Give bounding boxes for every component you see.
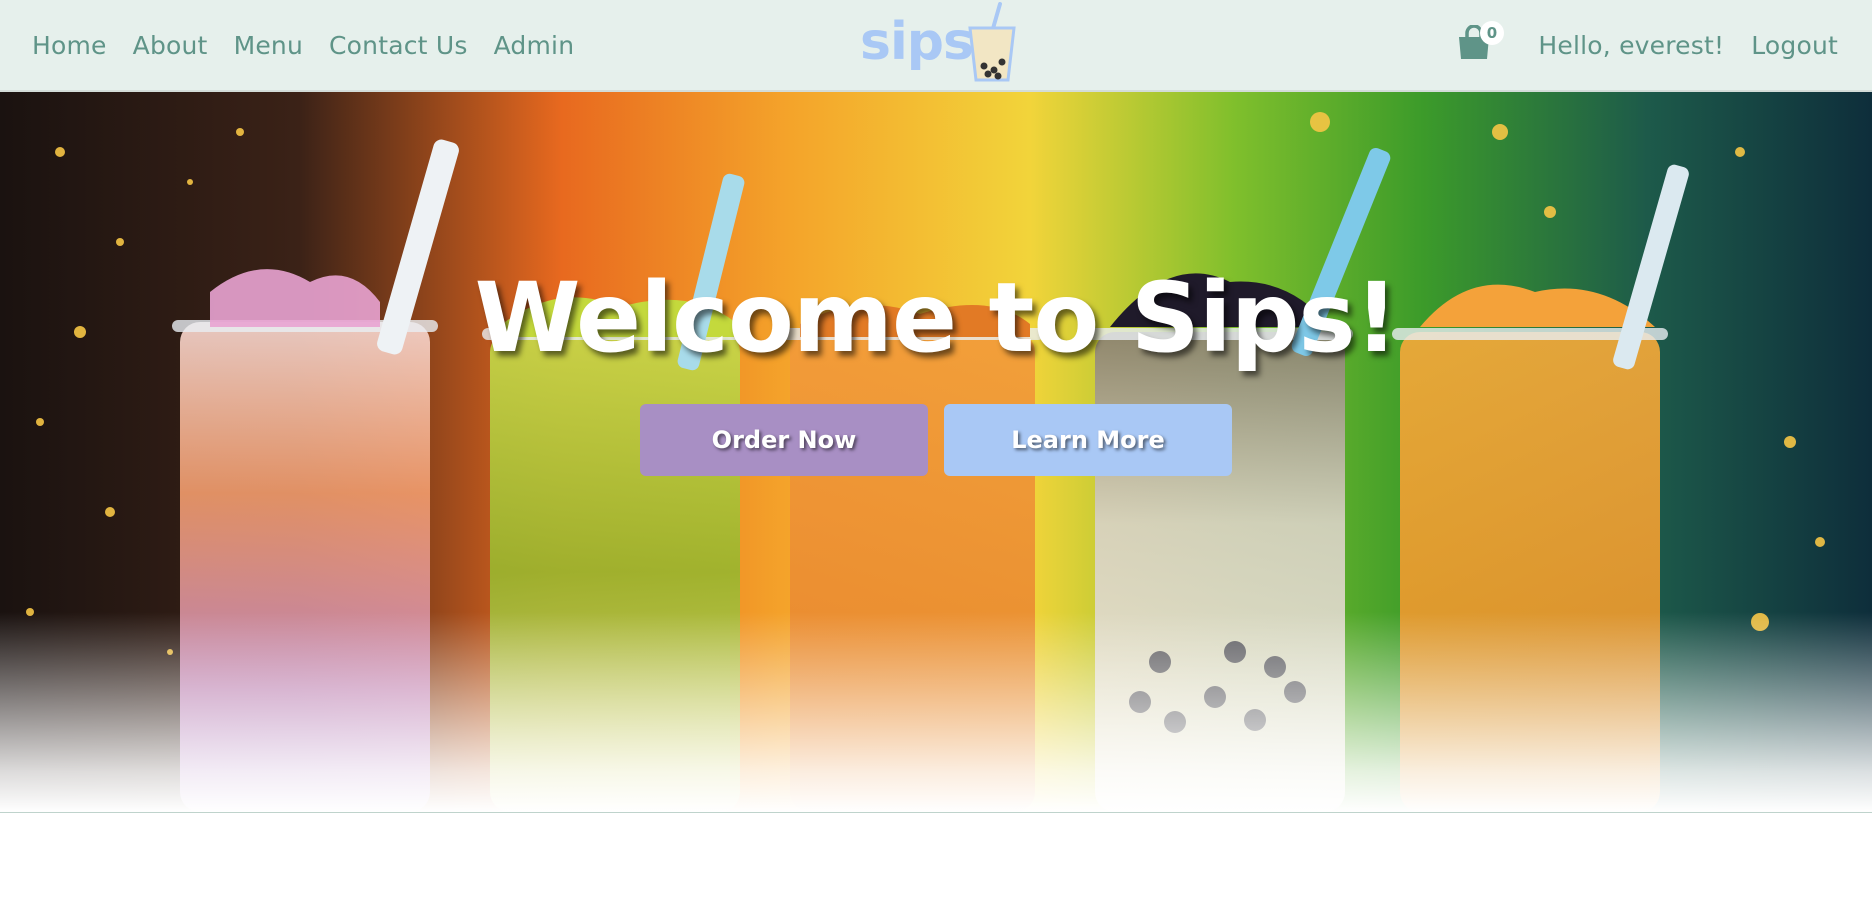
hero-title: Welcome to Sips!	[474, 262, 1399, 374]
nav-link-home[interactable]: Home	[32, 31, 107, 60]
nav-link-about[interactable]: About	[133, 31, 208, 60]
main-nav: Home About Menu Contact Us Admin	[32, 0, 574, 90]
hero-divider	[0, 812, 1872, 813]
hero-banner: Welcome to Sips! Order Now Learn More	[0, 92, 1872, 812]
cart-button[interactable]: 0	[1456, 20, 1512, 64]
nav-link-admin[interactable]: Admin	[494, 31, 575, 60]
boba-cup-icon	[968, 2, 1016, 82]
learn-more-button[interactable]: Learn More	[944, 404, 1232, 476]
sips-logo[interactable]: sips	[860, 2, 1016, 86]
logo-text: sips	[860, 12, 974, 72]
nav-link-menu[interactable]: Menu	[234, 31, 303, 60]
cart-count-badge: 0	[1480, 21, 1504, 45]
logout-link[interactable]: Logout	[1751, 31, 1838, 60]
order-now-button[interactable]: Order Now	[640, 404, 928, 476]
user-nav: Hello, everest! Logout	[1538, 0, 1838, 90]
nav-link-contact-us[interactable]: Contact Us	[329, 31, 468, 60]
user-greeting[interactable]: Hello, everest!	[1538, 31, 1724, 60]
top-navbar: Home About Menu Contact Us Admin sips 0 …	[0, 0, 1872, 92]
hero-fade-overlay	[0, 612, 1872, 812]
